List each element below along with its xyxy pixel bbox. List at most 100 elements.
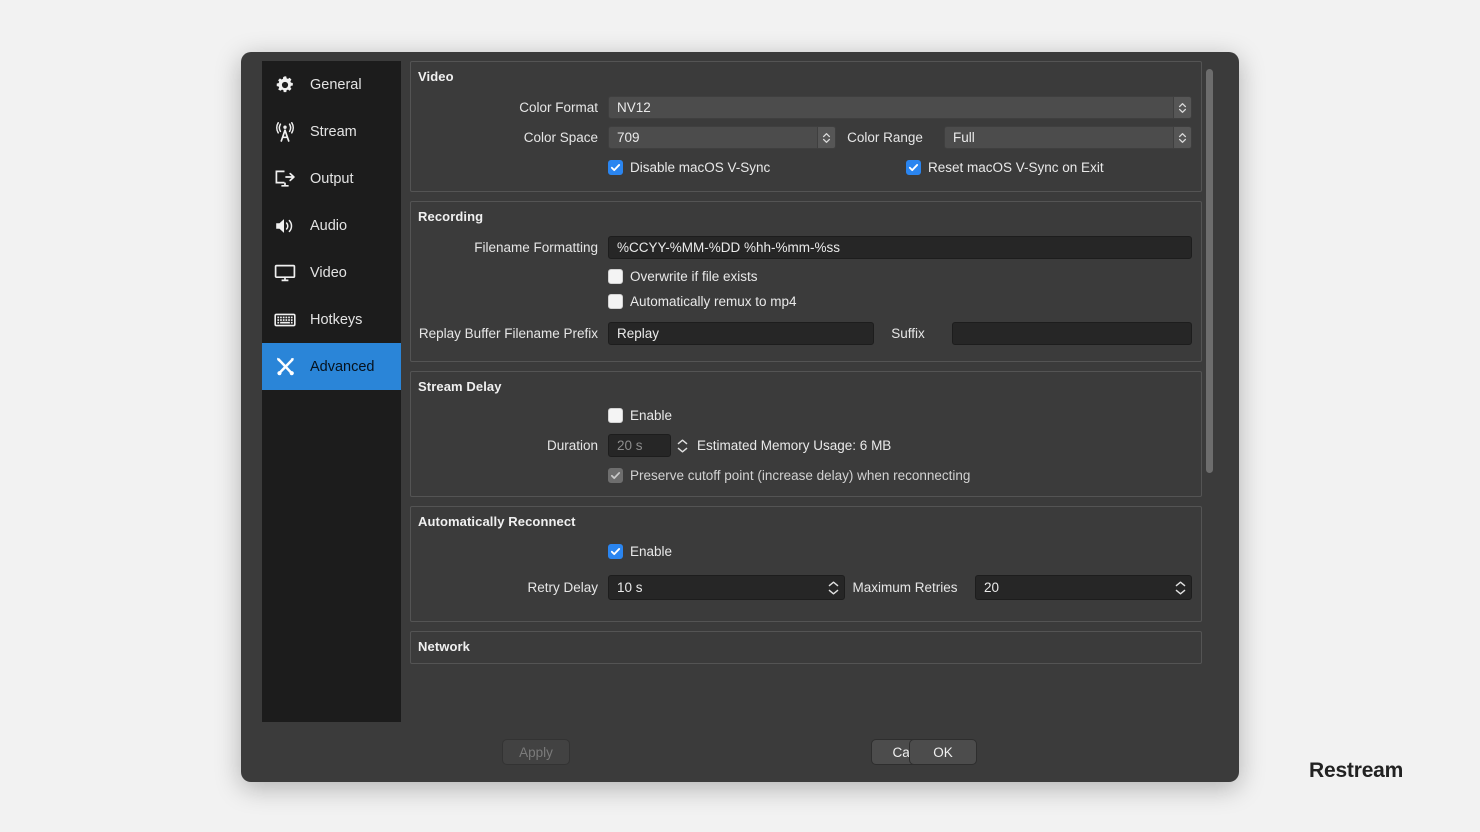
color-format-label: Color Format	[411, 100, 608, 115]
color-space-value: 709	[617, 130, 640, 145]
stream-delay-enable-label: Enable	[630, 408, 672, 423]
color-space-range-row: Color Space 709 Color Range Full	[411, 126, 1201, 149]
color-range-value: Full	[953, 130, 975, 145]
duration-input[interactable]: 20 s	[608, 434, 671, 457]
chevron-updown-icon[interactable]	[1173, 96, 1192, 119]
checkbox-unchecked-icon	[608, 269, 623, 284]
checkbox-unchecked-icon	[608, 408, 623, 423]
checkbox-unchecked-icon	[608, 294, 623, 309]
suffix-label: Suffix	[874, 326, 952, 341]
obs-settings-window: General Stream	[241, 52, 1239, 782]
disable-vsync-label: Disable macOS V-Sync	[630, 160, 770, 175]
keyboard-icon	[271, 306, 299, 334]
sidebar-item-label: Hotkeys	[310, 312, 362, 328]
max-retries-label: Maximum Retries	[845, 580, 975, 595]
dialog-footer: Apply Cancel OK	[241, 722, 1239, 782]
duration-label: Duration	[411, 438, 608, 453]
restream-watermark: Restream	[1309, 759, 1403, 783]
speaker-icon	[271, 212, 299, 240]
color-space-label: Color Space	[411, 130, 608, 145]
replay-prefix-label: Replay Buffer Filename Prefix	[411, 326, 608, 341]
sidebar-item-video[interactable]: Video	[262, 249, 401, 296]
sidebar-item-label: Advanced	[310, 359, 375, 375]
sidebar-item-hotkeys[interactable]: Hotkeys	[262, 296, 401, 343]
gear-icon	[271, 71, 299, 99]
stream-delay-enable-row: Enable	[411, 408, 1201, 423]
filename-formatting-label: Filename Formatting	[411, 240, 608, 255]
preserve-cutoff-row: Preserve cutoff point (increase delay) w…	[411, 468, 1201, 483]
duration-value: 20 s	[617, 438, 643, 453]
disable-vsync-checkbox[interactable]: Disable macOS V-Sync	[608, 160, 906, 175]
vsync-checkbox-row: Disable macOS V-Sync Reset macOS V-Sync …	[411, 160, 1201, 175]
remux-checkbox[interactable]: Automatically remux to mp4	[608, 294, 797, 309]
suffix-input[interactable]	[952, 322, 1192, 345]
stream-delay-group: Stream Delay Enable Duration 20 s	[410, 371, 1202, 497]
network-group-title: Network	[411, 639, 1201, 659]
auto-reconnect-enable-checkbox[interactable]: Enable	[608, 544, 672, 559]
settings-content-pane: Video Color Format NV12	[410, 61, 1218, 713]
overwrite-row: Overwrite if file exists	[411, 269, 1201, 284]
duration-row: Duration 20 s Estimated Memory Usage: 6 …	[411, 434, 1201, 457]
scrollbar-thumb[interactable]	[1206, 69, 1213, 473]
retry-delay-stepper[interactable]	[826, 576, 841, 599]
sidebar-item-advanced[interactable]: Advanced	[262, 343, 401, 390]
checkbox-checked-icon	[906, 160, 921, 175]
auto-reconnect-enable-row: Enable	[411, 544, 1201, 559]
recording-group: Recording Filename Formatting %CCYY-%MM-…	[410, 201, 1202, 362]
remux-row: Automatically remux to mp4	[411, 294, 1201, 309]
color-range-combo[interactable]: Full	[944, 126, 1192, 149]
sidebar-item-audio[interactable]: Audio	[262, 202, 401, 249]
replay-prefix-row: Replay Buffer Filename Prefix Replay Suf…	[411, 322, 1201, 345]
overwrite-label: Overwrite if file exists	[630, 269, 758, 284]
replay-prefix-value: Replay	[617, 326, 659, 341]
sidebar-item-label: Video	[310, 265, 347, 281]
duration-stepper[interactable]	[675, 434, 690, 457]
overwrite-checkbox[interactable]: Overwrite if file exists	[608, 269, 758, 284]
color-format-row: Color Format NV12	[411, 96, 1201, 119]
auto-reconnect-group: Automatically Reconnect Enable Retry Del…	[410, 506, 1202, 622]
stream-delay-enable-checkbox[interactable]: Enable	[608, 408, 672, 423]
settings-sidebar: General Stream	[262, 61, 401, 722]
estimated-memory-usage-text: Estimated Memory Usage: 6 MB	[697, 438, 891, 453]
max-retries-value: 20	[984, 580, 999, 595]
stream-delay-group-title: Stream Delay	[411, 379, 1201, 399]
video-group: Video Color Format NV12	[410, 61, 1202, 192]
video-group-title: Video	[411, 69, 1201, 89]
sidebar-item-stream[interactable]: Stream	[262, 108, 401, 155]
retry-delay-label: Retry Delay	[411, 580, 608, 595]
auto-reconnect-group-title: Automatically Reconnect	[411, 514, 1201, 534]
chevron-updown-icon[interactable]	[817, 126, 836, 149]
sidebar-item-label: General	[310, 77, 362, 93]
filename-formatting-value: %CCYY-%MM-%DD %hh-%mm-%ss	[617, 240, 840, 255]
recording-group-title: Recording	[411, 209, 1201, 229]
reset-vsync-checkbox[interactable]: Reset macOS V-Sync on Exit	[906, 160, 1104, 175]
sidebar-item-general[interactable]: General	[262, 61, 401, 108]
remux-label: Automatically remux to mp4	[630, 294, 797, 309]
reset-vsync-label: Reset macOS V-Sync on Exit	[928, 160, 1104, 175]
antenna-icon	[271, 118, 299, 146]
content-scrollbar[interactable]	[1203, 61, 1216, 713]
color-format-combo[interactable]: NV12	[608, 96, 1192, 119]
auto-reconnect-enable-label: Enable	[630, 544, 672, 559]
color-space-combo[interactable]: 709	[608, 126, 836, 149]
chevron-updown-icon[interactable]	[1173, 126, 1192, 149]
network-group: Network	[410, 631, 1202, 664]
checkbox-checked-disabled-icon	[608, 468, 623, 483]
max-retries-stepper[interactable]	[1173, 576, 1188, 599]
color-range-label: Color Range	[836, 130, 944, 145]
sidebar-item-label: Output	[310, 171, 354, 187]
ok-button[interactable]: OK	[909, 739, 977, 765]
retry-delay-value: 10 s	[617, 580, 643, 595]
apply-button[interactable]: Apply	[502, 739, 570, 765]
replay-prefix-input[interactable]: Replay	[608, 322, 874, 345]
retry-delay-spinbox[interactable]: 10 s	[608, 575, 845, 600]
sidebar-item-label: Audio	[310, 218, 347, 234]
preserve-cutoff-label: Preserve cutoff point (increase delay) w…	[630, 468, 970, 483]
filename-formatting-input[interactable]: %CCYY-%MM-%DD %hh-%mm-%ss	[608, 236, 1192, 259]
sidebar-item-label: Stream	[310, 124, 357, 140]
preserve-cutoff-checkbox[interactable]: Preserve cutoff point (increase delay) w…	[608, 468, 970, 483]
checkbox-checked-icon	[608, 544, 623, 559]
max-retries-spinbox[interactable]: 20	[975, 575, 1192, 600]
settings-scroll-area: Video Color Format NV12	[410, 61, 1202, 713]
sidebar-item-output[interactable]: Output	[262, 155, 401, 202]
